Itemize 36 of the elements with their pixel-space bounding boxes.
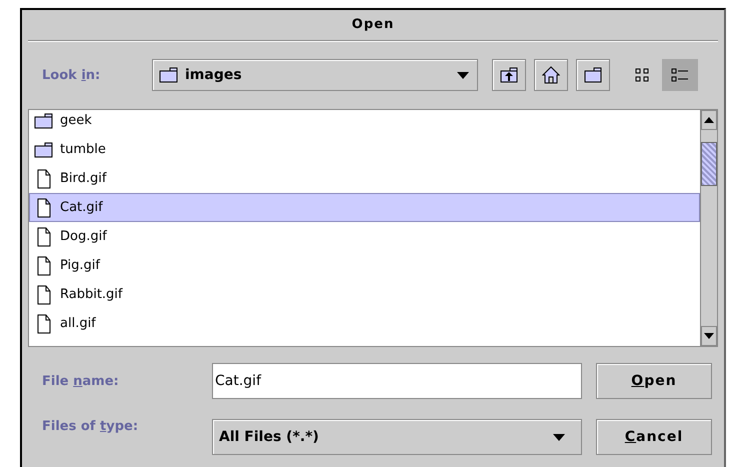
open-button[interactable]: O pen	[596, 363, 712, 399]
look-in-label: Look in:	[41, 68, 102, 82]
file-list-item[interactable]: tumble	[29, 135, 700, 164]
down-arrow-icon	[704, 333, 714, 339]
file-list-item[interactable]: geek	[29, 110, 700, 135]
window-title: Open	[28, 10, 718, 41]
look-in-dropdown[interactable]: images	[152, 59, 478, 91]
file-name-label: File name:	[41, 374, 120, 388]
folder-icon	[34, 112, 54, 128]
home-button[interactable]	[534, 59, 568, 91]
caret-icon	[553, 434, 565, 440]
file-list-item[interactable]: Rabbit.gif	[29, 280, 700, 309]
file-list-item[interactable]: Bird.gif	[29, 164, 700, 193]
details-view-icon	[671, 67, 689, 83]
cancel-button[interactable]: Cancel	[596, 419, 712, 455]
up-folder-button[interactable]	[492, 59, 526, 91]
file-list-item[interactable]: Dog.gif	[29, 222, 700, 251]
details-view-button[interactable]	[662, 59, 698, 91]
file-type-dropdown[interactable]: All Files (*.*)	[212, 419, 582, 455]
folder-icon	[584, 67, 602, 83]
home-icon	[542, 66, 560, 84]
folder-icon	[34, 142, 54, 158]
file-type-label: Files of type:	[41, 419, 140, 434]
file-list-item[interactable]: Pig.gif	[29, 251, 700, 280]
scroll-down-button[interactable]	[701, 326, 717, 346]
scroll-up-button[interactable]	[701, 110, 717, 130]
file-list-item[interactable]: all.gif	[29, 309, 700, 338]
up-arrow-icon	[704, 117, 714, 123]
up-folder-icon	[500, 67, 518, 83]
file-name-field[interactable]: Cat.gif	[212, 363, 582, 399]
file-list-item[interactable]: Cat.gif	[29, 193, 700, 222]
vertical-scrollbar[interactable]	[700, 110, 717, 346]
folder-icon	[159, 67, 179, 83]
scroll-thumb[interactable]	[701, 142, 717, 186]
new-folder-button[interactable]	[576, 59, 610, 91]
caret-icon	[457, 72, 469, 78]
